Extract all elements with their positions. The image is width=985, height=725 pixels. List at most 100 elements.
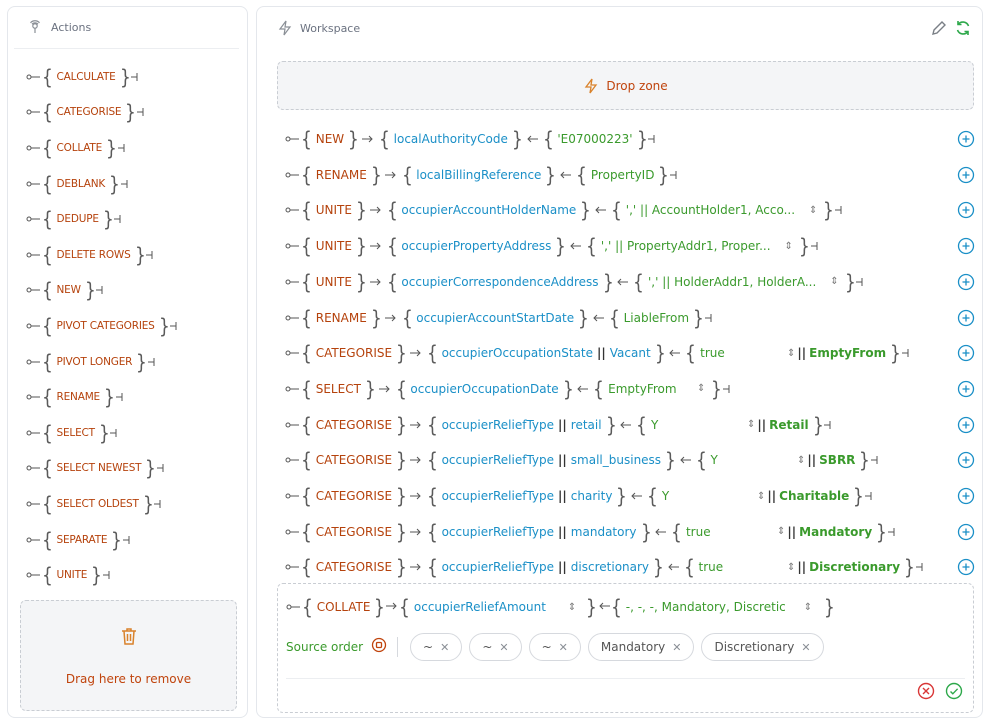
remove-pill-icon[interactable]: ✕ <box>801 641 810 654</box>
action-item[interactable]: {PIVOT CATEGORIES} <box>26 308 247 344</box>
remove-pill-icon[interactable]: ✕ <box>440 641 449 654</box>
add-row-icon[interactable] <box>957 416 975 434</box>
row-value[interactable]: EmptyFrom <box>608 382 676 396</box>
sort-updown-icon[interactable]: ⇕ <box>785 241 793 252</box>
row-value[interactable]: true <box>699 560 724 574</box>
action-item[interactable]: {CATEGORISE} <box>26 95 247 131</box>
action-item[interactable]: {PIVOT LONGER} <box>26 344 247 380</box>
refresh-icon[interactable] <box>954 19 972 41</box>
action-item[interactable]: {COLLATE} <box>26 130 247 166</box>
action-item[interactable]: {DELETE ROWS} <box>26 237 247 273</box>
row-value[interactable]: Y <box>711 453 718 467</box>
workspace-row[interactable]: {CATEGORISE}{occupierReliefType || small_b… <box>285 448 975 472</box>
sort-updown-icon[interactable]: ⇕ <box>809 205 817 216</box>
drop-zone[interactable]: Drop zone <box>277 61 974 110</box>
row-field[interactable]: occupierAccountHolderName <box>401 203 576 217</box>
action-item[interactable]: {DEDUPE} <box>26 201 247 237</box>
add-row-icon[interactable] <box>957 166 975 184</box>
row-extra[interactable]: Mandatory <box>799 525 872 539</box>
remove-drop-zone[interactable]: Drag here to remove <box>20 600 237 711</box>
row-field[interactable]: occupierPropertyAddress <box>401 239 551 253</box>
row-value[interactable]: ',' || AccountHolder1, Acco... <box>626 203 795 217</box>
row-field[interactable]: occupierReliefType <box>442 489 554 503</box>
workspace-row[interactable]: {CATEGORISE}{occupierReliefType || mandato… <box>285 520 975 544</box>
add-row-icon[interactable] <box>957 451 975 469</box>
row-extra[interactable]: Discretionary <box>809 560 900 574</box>
sort-updown-icon[interactable]: ⇕ <box>697 383 705 394</box>
row-field[interactable]: occupierReliefType <box>442 525 554 539</box>
workspace-row[interactable]: {UNITE}{occupierCorrespondenceAddress}{'… <box>285 270 975 294</box>
sort-updown-icon[interactable]: ⇕ <box>787 562 795 573</box>
action-item[interactable]: {SEPARATE} <box>26 522 247 558</box>
row-value[interactable]: ',' || HolderAddr1, HolderA... <box>648 275 816 289</box>
collate-field[interactable]: occupierReliefAmount <box>414 600 546 614</box>
add-row-icon[interactable] <box>957 558 975 576</box>
workspace-row[interactable]: {RENAME}{occupierAccountStartDate}{Liabl… <box>285 306 975 330</box>
row-value[interactable]: Y <box>662 489 669 503</box>
row-extra[interactable]: Retail <box>769 418 808 432</box>
workspace-row[interactable]: {SELECT}{occupierOccupationDate}{EmptyFr… <box>285 377 975 401</box>
source-order-pill[interactable]: ~ ✕ <box>469 633 522 661</box>
row-extra[interactable]: EmptyFrom <box>809 346 886 360</box>
row-field[interactable]: localAuthorityCode <box>394 132 508 146</box>
workspace-row[interactable]: {CATEGORISE}{occupierReliefType || discret… <box>285 555 975 579</box>
sort-updown-icon[interactable]: ⇕ <box>787 348 795 359</box>
row-value[interactable]: LiableFrom <box>624 311 689 325</box>
workspace-row[interactable]: {CATEGORISE}{occupierReliefType || charity… <box>285 484 975 508</box>
cancel-icon[interactable] <box>917 682 935 704</box>
row-field[interactable]: occupierAccountStartDate <box>416 311 574 325</box>
sort-updown-icon[interactable]: ⇕ <box>747 419 755 430</box>
row-field[interactable]: occupierOccupationState <box>442 346 593 360</box>
action-item[interactable]: {UNITE} <box>26 557 247 593</box>
confirm-icon[interactable] <box>945 682 963 704</box>
remove-pill-icon[interactable]: ✕ <box>499 641 508 654</box>
add-row-icon[interactable] <box>957 201 975 219</box>
row-field[interactable]: occupierReliefType <box>442 560 554 574</box>
action-item[interactable]: {SELECT OLDEST} <box>26 486 247 522</box>
row-extra[interactable]: Charitable <box>779 489 849 503</box>
action-item[interactable]: {CALCULATE} <box>26 59 247 95</box>
action-item[interactable]: {NEW} <box>26 273 247 309</box>
add-row-icon[interactable] <box>957 130 975 148</box>
workspace-row[interactable]: {UNITE}{occupierAccountHolderName}{',' |… <box>285 198 975 222</box>
workspace-row[interactable]: {RENAME}{localBillingReference}{Property… <box>285 163 975 187</box>
row-value[interactable]: true <box>700 346 725 360</box>
add-row-icon[interactable] <box>957 523 975 541</box>
workspace-row[interactable]: {CATEGORISE}{occupierOccupationState || Va… <box>285 341 975 365</box>
row-field[interactable]: occupierReliefType <box>442 453 554 467</box>
workspace-row[interactable]: {CATEGORISE}{occupierReliefType || retail}… <box>285 413 975 437</box>
row-subfield[interactable]: Vacant <box>610 346 651 360</box>
row-value[interactable]: PropertyID <box>591 168 655 182</box>
row-field[interactable]: occupierCorrespondenceAddress <box>401 275 598 289</box>
stop-circle-icon[interactable] <box>371 637 387 657</box>
edit-icon[interactable] <box>930 19 948 41</box>
sort-updown-icon[interactable]: ⇕ <box>830 276 838 287</box>
row-extra[interactable]: SBRR <box>819 453 855 467</box>
row-subfield[interactable]: retail <box>571 418 602 432</box>
sort-updown-icon[interactable]: ⇕ <box>568 602 576 613</box>
sort-updown-icon[interactable]: ⇕ <box>804 602 812 613</box>
source-order-pill[interactable]: Discretionary ✕ <box>701 633 824 661</box>
add-row-icon[interactable] <box>957 309 975 327</box>
sort-updown-icon[interactable]: ⇕ <box>777 526 785 537</box>
add-row-icon[interactable] <box>957 273 975 291</box>
source-order-pill[interactable]: Mandatory ✕ <box>587 633 695 661</box>
add-row-icon[interactable] <box>957 237 975 255</box>
row-field[interactable]: occupierOccupationDate <box>410 382 558 396</box>
row-field[interactable]: localBillingReference <box>416 168 541 182</box>
row-value[interactable]: true <box>686 525 711 539</box>
add-row-icon[interactable] <box>957 380 975 398</box>
action-item[interactable]: {RENAME} <box>26 379 247 415</box>
action-item[interactable]: {SELECT} <box>26 415 247 451</box>
source-order-pill[interactable]: ~ ✕ <box>528 633 581 661</box>
add-row-icon[interactable] <box>957 487 975 505</box>
workspace-row[interactable]: {NEW}{localAuthorityCode}{'E07000223'} <box>285 127 975 151</box>
collate-block[interactable]: { COLLATE } { occupierReliefAmount ⇕ } {… <box>277 583 974 713</box>
row-value[interactable]: Y <box>651 418 658 432</box>
row-subfield[interactable]: mandatory <box>571 525 637 539</box>
collate-value[interactable]: -, -, -, Mandatory, Discretic <box>626 600 786 614</box>
row-subfield[interactable]: discretionary <box>571 560 649 574</box>
add-row-icon[interactable] <box>957 344 975 362</box>
row-subfield[interactable]: charity <box>571 489 613 503</box>
source-order-pill[interactable]: ~ ✕ <box>410 633 463 661</box>
